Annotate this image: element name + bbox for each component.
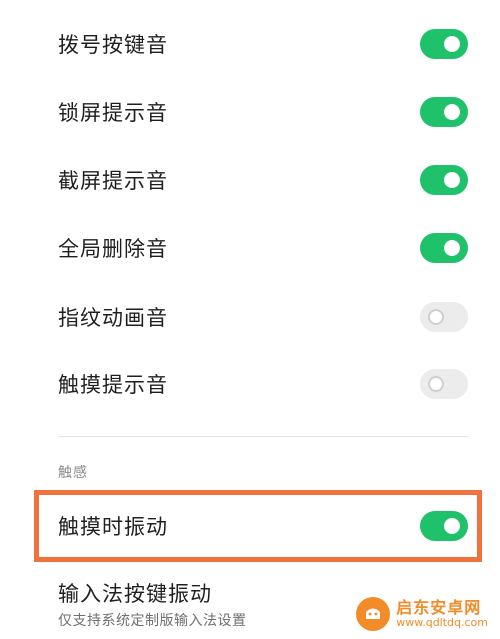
setting-row-screenshot-sound[interactable]: 截屏提示音 [0, 150, 500, 210]
setting-sublabel: 仅支持系统定制版输入法设置 [58, 613, 247, 629]
setting-label: 截屏提示音 [58, 169, 168, 193]
setting-row-touch-sound[interactable]: 触摸提示音 [0, 354, 500, 414]
toggle-switch-on[interactable] [420, 233, 468, 263]
setting-label: 指纹动画音 [58, 306, 168, 330]
toggle-switch-on[interactable] [420, 97, 468, 127]
toggle-knob [444, 240, 460, 256]
setting-row-fingerprint-animation-sound[interactable]: 指纹动画音 [0, 287, 500, 347]
section-header-haptics: 触感 [58, 465, 88, 481]
watermark: 启东安卓网 www.qdltdq.com [350, 593, 494, 635]
setting-label: 锁屏提示音 [58, 101, 168, 125]
section-divider [58, 436, 468, 437]
setting-row-dial-keypad-sound[interactable]: 拨号按键音 [0, 14, 500, 74]
watermark-title: 启东安卓网 [396, 598, 482, 618]
toggle-knob [428, 309, 444, 325]
watermark-logo-icon [356, 597, 391, 631]
toggle-knob [428, 376, 444, 392]
setting-label: 输入法按键振动 [58, 582, 212, 606]
toggle-knob [444, 104, 460, 120]
toggle-switch-off[interactable] [420, 369, 468, 399]
setting-label: 拨号按键音 [58, 33, 168, 57]
toggle-switch-on[interactable] [420, 29, 468, 59]
watermark-url: www.qdltdq.com [396, 615, 488, 629]
highlight-annotation-box [34, 490, 482, 562]
toggle-knob [444, 172, 460, 188]
setting-row-global-delete-sound[interactable]: 全局删除音 [0, 218, 500, 278]
setting-label: 触摸提示音 [58, 373, 168, 397]
setting-row-lock-screen-sound[interactable]: 锁屏提示音 [0, 82, 500, 142]
toggle-knob [444, 36, 460, 52]
setting-label: 全局删除音 [58, 237, 168, 261]
toggle-switch-on[interactable] [420, 165, 468, 195]
toggle-switch-off[interactable] [420, 302, 468, 332]
